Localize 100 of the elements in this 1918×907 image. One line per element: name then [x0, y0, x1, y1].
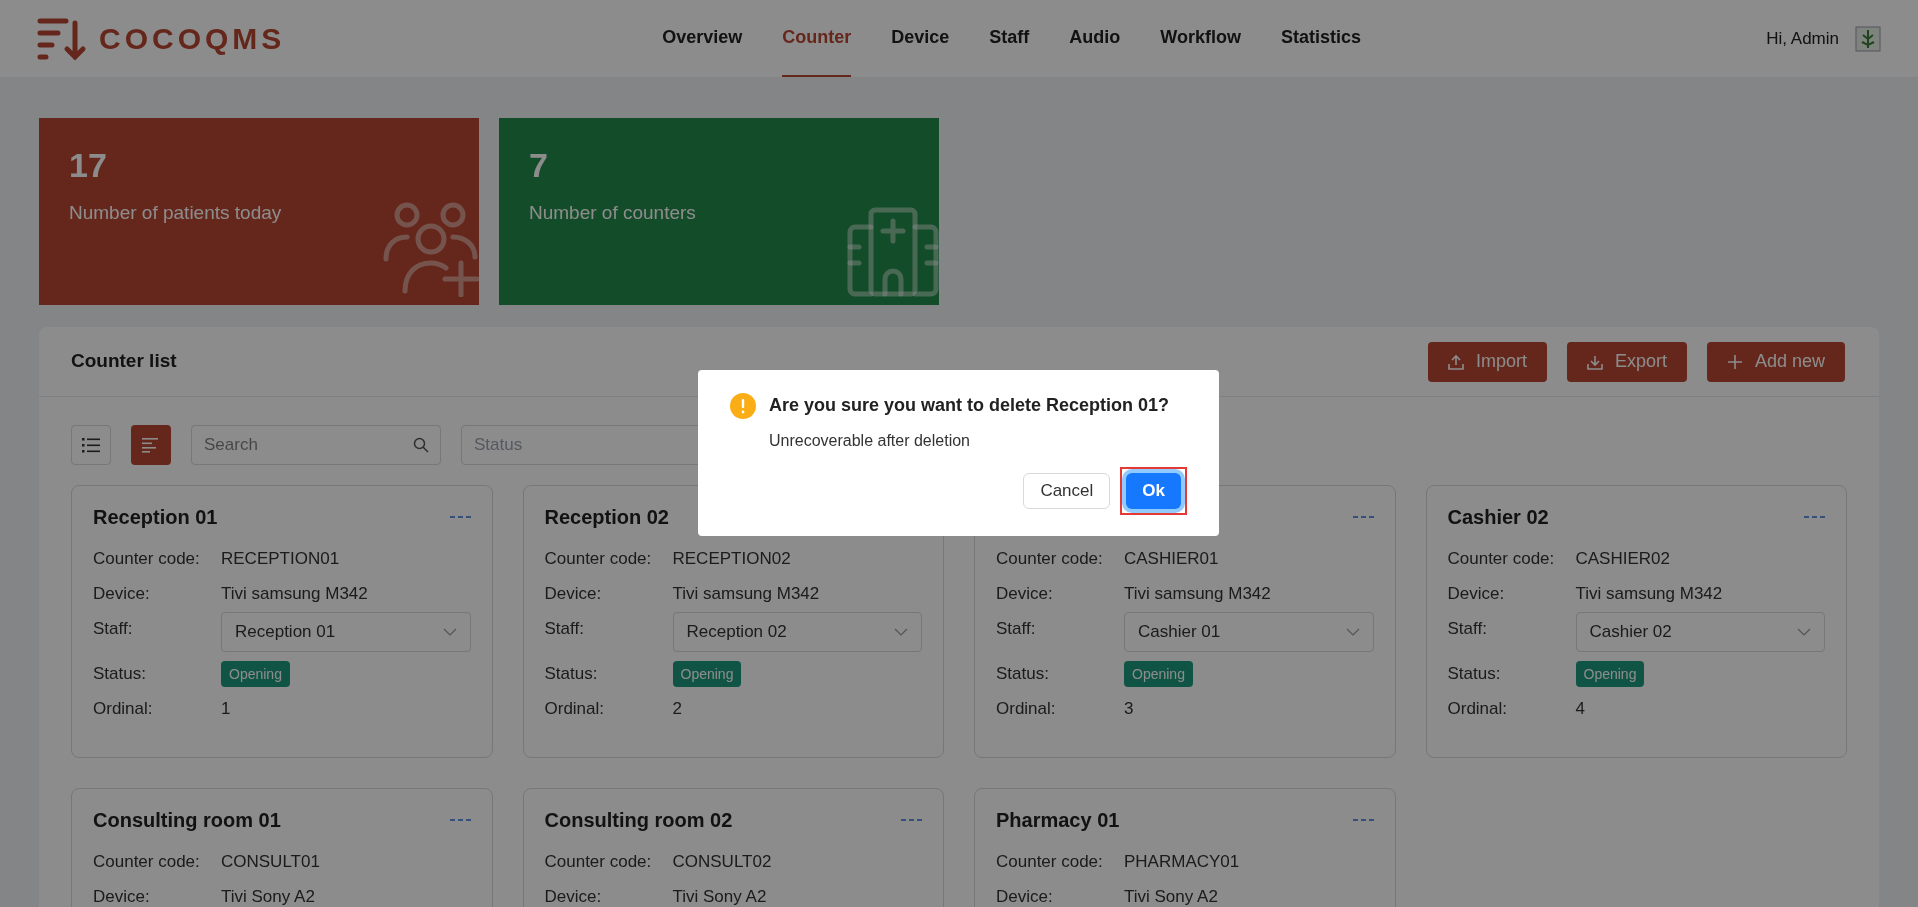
staff-dropdown[interactable]: Cashier 02	[1575, 612, 1825, 652]
field-value: Tivi Sony A2	[672, 886, 767, 907]
stat-value: 7	[529, 148, 549, 182]
field-value: 3	[1124, 698, 1134, 720]
field-label: Counter code:	[93, 851, 201, 873]
dialog-title: Are you sure you want to delete Reception 01?	[769, 394, 1170, 417]
logo-text: COCOQMS	[99, 21, 286, 57]
warning-icon	[730, 392, 756, 419]
field-label: Staff:	[1447, 618, 1488, 640]
field-value: CASHIER01	[1124, 548, 1219, 570]
nav-tab[interactable]: Device	[891, 0, 950, 77]
field-value: CONSULT02	[672, 851, 772, 873]
field-label: Device:	[996, 886, 1054, 907]
staff-dropdown[interactable]: Reception 01	[221, 612, 471, 652]
greeting-text: Hi, Admin	[1766, 27, 1839, 50]
field-label: Counter code:	[996, 548, 1104, 570]
field-label: Counter code:	[996, 851, 1104, 873]
chevron-down-icon	[894, 628, 908, 636]
card-title: Pharmacy 01	[996, 808, 1120, 833]
search-field[interactable]: Search	[191, 425, 441, 465]
field-label: Counter code:	[1447, 548, 1556, 570]
field-label: Staff:	[996, 618, 1037, 640]
nav-tab[interactable]: Audio	[1069, 0, 1121, 77]
chevron-down-icon	[1345, 628, 1360, 636]
field-label: Device:	[544, 886, 603, 907]
more-options-icon[interactable]	[449, 515, 471, 519]
field-value: CASHIER02	[1575, 548, 1670, 570]
field-label: Ordinal:	[1447, 698, 1509, 720]
nav-tab[interactable]: Staff	[989, 0, 1030, 77]
plus-icon	[1726, 353, 1743, 370]
stat-value: 17	[69, 148, 108, 182]
staff-dropdown[interactable]: Reception 02	[672, 612, 922, 652]
more-options-icon[interactable]	[1804, 515, 1825, 519]
field-label: Status:	[544, 663, 599, 685]
field-value: 4	[1575, 698, 1585, 720]
export-button[interactable]: Export	[1566, 341, 1687, 382]
stat-label: Number of counters	[529, 201, 697, 225]
field-value: Tivi samsung M342	[672, 583, 820, 605]
download-icon	[1586, 353, 1603, 370]
field-label: Counter code:	[93, 548, 201, 570]
field-label: Staff:	[544, 618, 585, 640]
field-label: Status:	[1447, 663, 1502, 685]
field-label: Staff:	[93, 618, 134, 640]
import-button[interactable]: Import	[1427, 341, 1547, 382]
card-title: Consulting room 02	[544, 808, 733, 833]
chevron-down-icon	[1797, 628, 1811, 636]
add-button[interactable]: Add new	[1706, 341, 1845, 382]
nav-tab[interactable]: Overview	[662, 0, 743, 77]
logo-icon	[37, 16, 87, 61]
align-left-icon	[142, 437, 160, 453]
search-icon	[413, 437, 429, 453]
more-options-icon[interactable]	[1352, 515, 1374, 519]
list-view-button[interactable]	[71, 425, 111, 465]
more-options-icon[interactable]	[1352, 818, 1374, 822]
more-options-icon[interactable]	[449, 818, 471, 822]
cancel-button[interactable]: Cancel	[1023, 473, 1111, 509]
field-value: Tivi Sony A2	[1124, 886, 1218, 907]
field-label: Ordinal:	[996, 698, 1057, 720]
field-label: Ordinal:	[93, 698, 154, 720]
status-tag: Opening	[1575, 661, 1645, 687]
card-title: Reception 02	[544, 505, 669, 530]
field-label: Device:	[996, 583, 1054, 605]
field-label: Device:	[93, 886, 151, 907]
upload-icon	[1447, 353, 1464, 370]
nav-tab[interactable]: Statistics	[1281, 0, 1362, 77]
field-value: RECEPTION02	[672, 548, 791, 570]
stat-label: Number of patients today	[69, 201, 283, 225]
dialog-message: Unrecoverable after deletion	[769, 431, 971, 451]
card-title: Cashier 02	[1447, 505, 1549, 530]
field-value: Tivi Sony A2	[221, 886, 315, 907]
field-value: PHARMACY01	[1124, 851, 1240, 873]
field-label: Device:	[93, 583, 151, 605]
field-label: Status:	[93, 663, 147, 685]
field-value: 1	[221, 698, 231, 720]
field-value: RECEPTION01	[221, 548, 340, 570]
field-value: CONSULT01	[221, 851, 320, 873]
field-label: Status:	[996, 663, 1050, 685]
more-options-icon[interactable]	[901, 818, 922, 822]
panel-title: Counter list	[71, 349, 177, 374]
field-value: 2	[672, 698, 682, 720]
field-label: Device:	[544, 583, 603, 605]
status-tag: Opening	[672, 661, 742, 687]
staff-dropdown[interactable]: Cashier 01	[1124, 612, 1374, 652]
field-label: Counter code:	[544, 548, 653, 570]
card-title: Reception 01	[93, 505, 218, 530]
avatar-icon[interactable]	[1855, 25, 1881, 52]
field-label: Counter code:	[544, 851, 653, 873]
status-tag: Opening	[221, 661, 290, 687]
list-icon	[82, 437, 100, 453]
field-label: Device:	[1447, 583, 1506, 605]
field-value: Tivi samsung M342	[1124, 583, 1271, 605]
chevron-down-icon	[442, 628, 457, 636]
nav-tab[interactable]: Counter	[782, 0, 852, 77]
field-label: Ordinal:	[544, 698, 606, 720]
field-value: Tivi samsung M342	[1575, 583, 1723, 605]
card-title: Consulting room 01	[93, 808, 281, 833]
grid-view-button[interactable]	[131, 425, 171, 465]
nav-tab[interactable]: Workflow	[1160, 0, 1241, 77]
field-value: Tivi samsung M342	[221, 583, 368, 605]
status-tag: Opening	[1124, 661, 1193, 687]
